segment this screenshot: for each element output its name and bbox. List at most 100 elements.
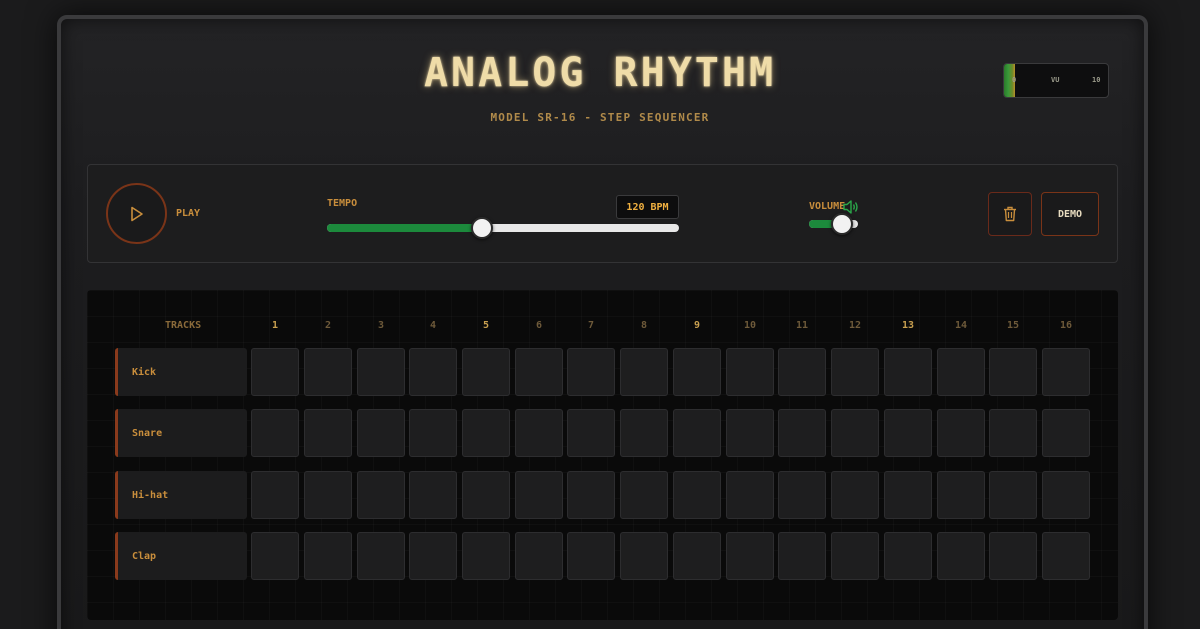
track-label[interactable]: Kick — [115, 348, 247, 396]
step-number-header: 12 — [848, 320, 862, 331]
play-icon — [130, 206, 143, 221]
demo-button[interactable]: DEMO — [1041, 192, 1099, 236]
bpm-display: 120 BPM — [616, 195, 679, 219]
tempo-slider-fill — [327, 224, 482, 232]
step-cell[interactable] — [778, 348, 826, 396]
step-cell[interactable] — [567, 471, 615, 519]
step-cell[interactable] — [1042, 348, 1090, 396]
step-cell[interactable] — [1042, 409, 1090, 457]
clear-button[interactable] — [988, 192, 1032, 236]
step-number-header: 1 — [271, 320, 279, 331]
step-cell[interactable] — [357, 471, 405, 519]
step-cell[interactable] — [937, 409, 985, 457]
step-cell[interactable] — [726, 348, 774, 396]
vu-min-label: 0 — [1012, 76, 1017, 84]
tempo-slider[interactable] — [327, 217, 679, 239]
step-cell[interactable] — [937, 532, 985, 580]
transport-panel — [87, 164, 1118, 263]
step-cell[interactable] — [937, 471, 985, 519]
step-cell[interactable] — [620, 471, 668, 519]
step-cell[interactable] — [884, 409, 932, 457]
step-cell[interactable] — [515, 409, 563, 457]
step-number-header: 10 — [743, 320, 757, 331]
step-cell[interactable] — [409, 348, 457, 396]
track-label[interactable]: Snare — [115, 409, 247, 457]
step-cell[interactable] — [462, 409, 510, 457]
step-cell[interactable] — [620, 409, 668, 457]
step-cell[interactable] — [831, 409, 879, 457]
step-cell[interactable] — [251, 471, 299, 519]
track-label[interactable]: Hi-hat — [115, 471, 247, 519]
step-cell[interactable] — [989, 532, 1037, 580]
step-cell[interactable] — [673, 409, 721, 457]
step-cell[interactable] — [357, 532, 405, 580]
step-cell[interactable] — [884, 532, 932, 580]
step-number-header: 16 — [1059, 320, 1073, 331]
step-cell[interactable] — [357, 348, 405, 396]
step-number-header: 14 — [954, 320, 968, 331]
step-cell[interactable] — [831, 532, 879, 580]
step-number-header: 4 — [429, 320, 437, 331]
app-subtitle: MODEL SR-16 - STEP SEQUENCER — [490, 111, 710, 124]
step-number-header: 9 — [693, 320, 701, 331]
step-cell[interactable] — [515, 348, 563, 396]
step-cell[interactable] — [515, 532, 563, 580]
vu-meter: 0 VU 10 — [1003, 63, 1109, 98]
step-cell[interactable] — [1042, 532, 1090, 580]
step-cell[interactable] — [462, 348, 510, 396]
step-number-header: 2 — [324, 320, 332, 331]
step-cell[interactable] — [831, 348, 879, 396]
step-number-header: 13 — [901, 320, 915, 331]
step-cell[interactable] — [673, 471, 721, 519]
step-cell[interactable] — [726, 409, 774, 457]
step-cell[interactable] — [304, 409, 352, 457]
step-cell[interactable] — [357, 409, 405, 457]
step-cell[interactable] — [673, 532, 721, 580]
step-cell[interactable] — [567, 348, 615, 396]
step-cell[interactable] — [567, 532, 615, 580]
tracks-header: TRACKS — [165, 320, 202, 331]
step-number-header: 8 — [640, 320, 648, 331]
step-cell[interactable] — [304, 471, 352, 519]
step-number-header: 7 — [587, 320, 595, 331]
step-cell[interactable] — [515, 471, 563, 519]
step-cell[interactable] — [831, 471, 879, 519]
play-label: PLAY — [176, 208, 201, 219]
volume-label: VOLUME — [809, 201, 846, 212]
step-cell[interactable] — [304, 348, 352, 396]
step-cell[interactable] — [989, 348, 1037, 396]
vu-mid-label: VU — [1051, 76, 1060, 84]
track-label[interactable]: Clap — [115, 532, 247, 580]
trash-icon — [1004, 206, 1016, 222]
step-cell[interactable] — [673, 348, 721, 396]
step-cell[interactable] — [620, 532, 668, 580]
tempo-slider-thumb[interactable] — [470, 217, 493, 239]
step-cell[interactable] — [304, 532, 352, 580]
step-cell[interactable] — [778, 532, 826, 580]
step-cell[interactable] — [778, 471, 826, 519]
step-cell[interactable] — [1042, 471, 1090, 519]
step-cell[interactable] — [778, 409, 826, 457]
vu-max-label: 10 — [1092, 76, 1101, 84]
step-cell[interactable] — [251, 532, 299, 580]
step-cell[interactable] — [937, 348, 985, 396]
step-cell[interactable] — [409, 409, 457, 457]
step-cell[interactable] — [409, 471, 457, 519]
step-cell[interactable] — [884, 348, 932, 396]
step-cell[interactable] — [726, 471, 774, 519]
step-cell[interactable] — [989, 409, 1037, 457]
step-cell[interactable] — [462, 532, 510, 580]
step-cell[interactable] — [989, 471, 1037, 519]
step-cell[interactable] — [726, 532, 774, 580]
play-button[interactable] — [106, 183, 167, 244]
step-cell[interactable] — [462, 471, 510, 519]
step-cell[interactable] — [251, 348, 299, 396]
step-number-header: 11 — [795, 320, 809, 331]
tempo-label: TEMPO — [327, 198, 358, 209]
step-cell[interactable] — [620, 348, 668, 396]
step-cell[interactable] — [409, 532, 457, 580]
volume-slider[interactable] — [809, 213, 858, 235]
step-cell[interactable] — [251, 409, 299, 457]
step-cell[interactable] — [567, 409, 615, 457]
step-cell[interactable] — [884, 471, 932, 519]
